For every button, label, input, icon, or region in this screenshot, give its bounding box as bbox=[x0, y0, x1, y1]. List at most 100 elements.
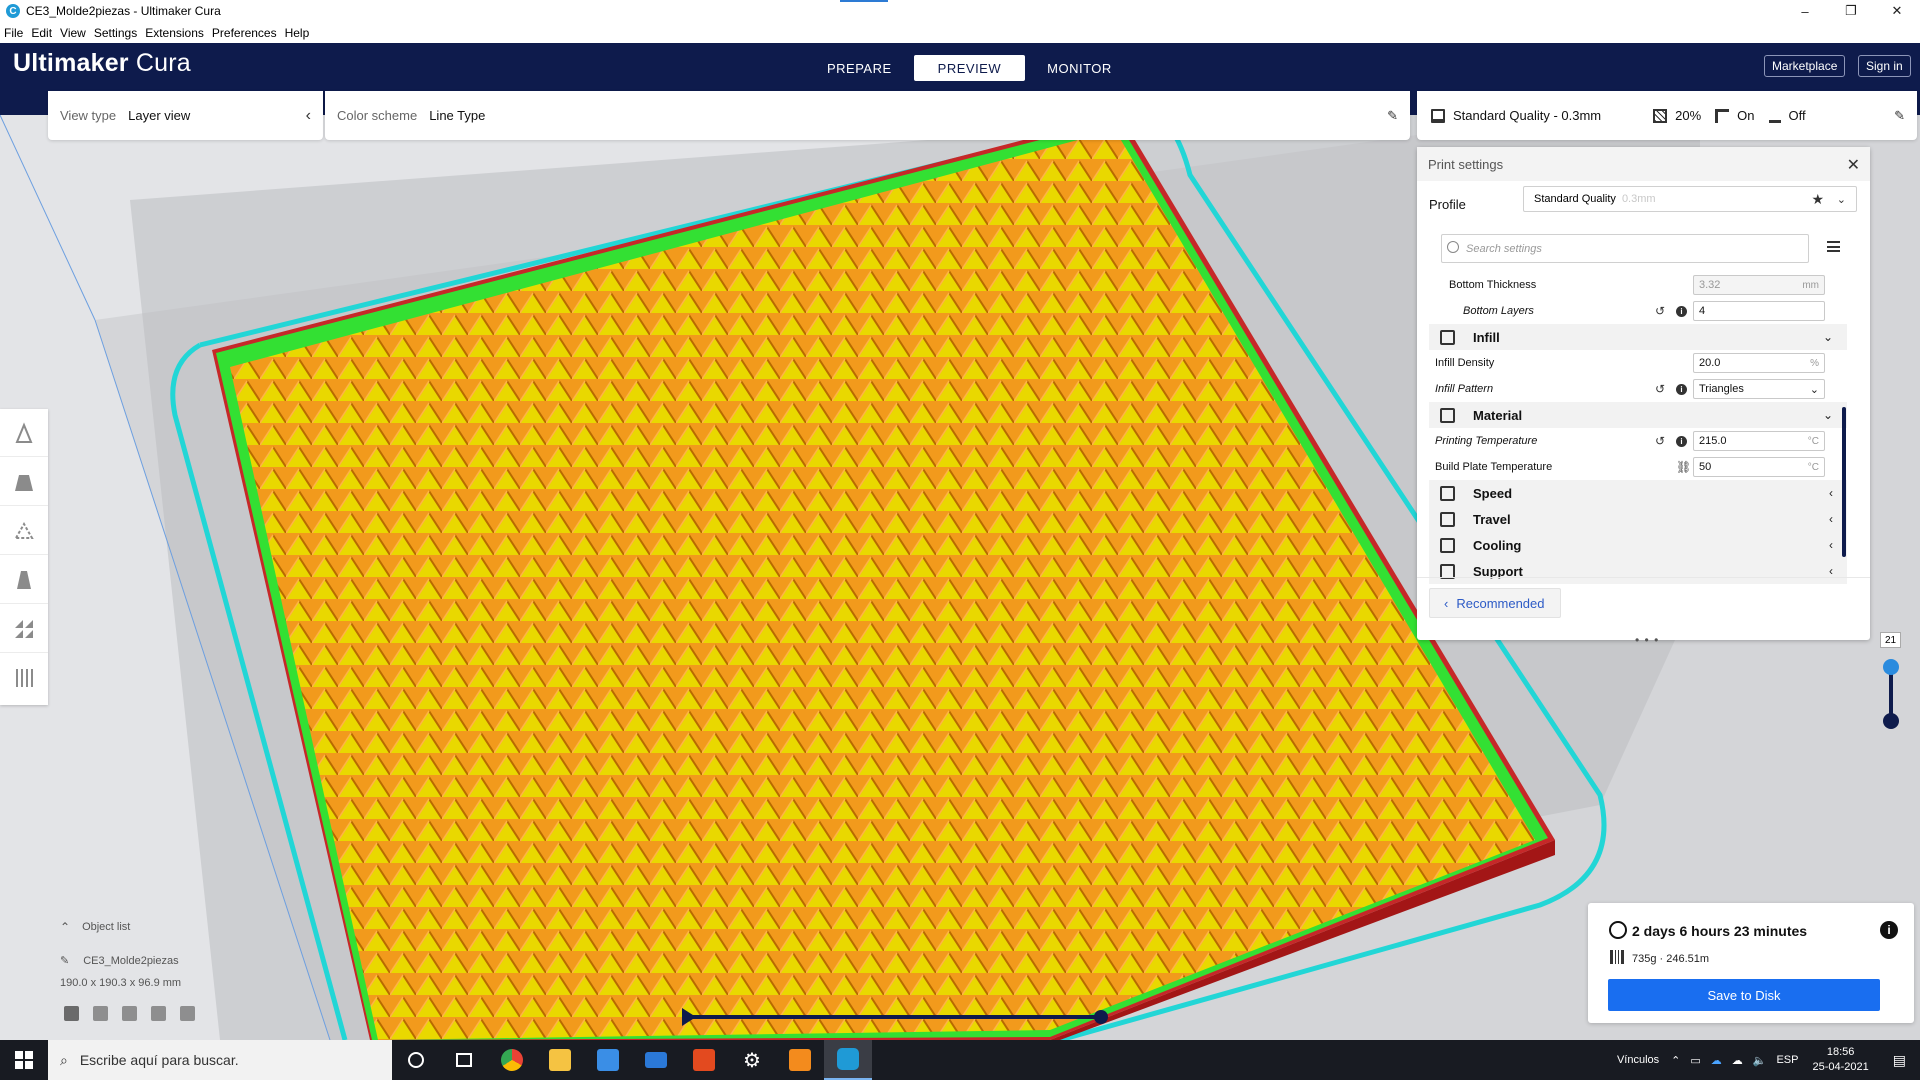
fusion-button[interactable] bbox=[776, 1040, 824, 1080]
front-view-icon[interactable] bbox=[93, 1006, 108, 1021]
inherit-icon[interactable]: i bbox=[1676, 305, 1687, 317]
support-item[interactable]: On bbox=[1715, 108, 1755, 123]
inherit-icon[interactable]: i bbox=[1676, 435, 1687, 447]
settings-category-cooling[interactable]: Cooling ‹ bbox=[1429, 532, 1847, 558]
inherit-icon[interactable]: i bbox=[1676, 383, 1687, 395]
maximize-button[interactable]: ❐ bbox=[1828, 0, 1874, 22]
menu-extensions[interactable]: Extensions bbox=[145, 26, 204, 40]
resize-handle[interactable]: • • • bbox=[1635, 633, 1659, 647]
setting-input[interactable]: 4 bbox=[1693, 301, 1825, 321]
explorer-button[interactable] bbox=[536, 1040, 584, 1080]
menu-edit[interactable]: Edit bbox=[31, 26, 52, 40]
task-view-button[interactable] bbox=[392, 1040, 440, 1080]
profile-dropdown[interactable]: Standard Quality 0.3mm ★ ⌄ bbox=[1523, 186, 1857, 212]
upper-layer-handle[interactable] bbox=[1883, 659, 1899, 675]
scale-tool-button[interactable] bbox=[0, 458, 48, 506]
menu-view[interactable]: View bbox=[60, 26, 86, 40]
mail-button[interactable] bbox=[632, 1040, 680, 1080]
chevron-down-icon: ⌄ bbox=[1809, 383, 1819, 396]
setting-dropdown[interactable]: Triangles ⌄ bbox=[1693, 379, 1825, 399]
right-view-icon[interactable] bbox=[180, 1006, 195, 1021]
menu-preferences[interactable]: Preferences bbox=[212, 26, 277, 40]
infill-item[interactable]: 20% bbox=[1653, 108, 1701, 123]
adhesion-item[interactable]: Off bbox=[1768, 108, 1806, 123]
links-toolbar[interactable]: Vínculos bbox=[1617, 1054, 1659, 1066]
menu-file[interactable]: File bbox=[4, 26, 23, 40]
lower-layer-handle[interactable] bbox=[1883, 713, 1899, 729]
setting-input[interactable]: 50 °C bbox=[1693, 457, 1825, 477]
volume-icon[interactable]: 🔈 bbox=[1753, 1054, 1767, 1067]
adhesion-value: Off bbox=[1788, 108, 1806, 123]
menu-settings[interactable]: Settings bbox=[94, 26, 137, 40]
start-button[interactable] bbox=[0, 1040, 48, 1080]
chevron-left-icon[interactable]: ‹ bbox=[306, 107, 311, 125]
settings-category-travel[interactable]: Travel ‹ bbox=[1429, 506, 1847, 532]
travel-icon bbox=[1440, 511, 1455, 527]
clock[interactable]: 18:56 25-04-2021 bbox=[1812, 1045, 1868, 1075]
move-tool-button[interactable] bbox=[0, 409, 48, 457]
path-handle[interactable] bbox=[1094, 1010, 1108, 1024]
object-name-row[interactable]: ✎ CE3_Molde2piezas bbox=[60, 954, 179, 968]
layer-slider[interactable]: 21 bbox=[1880, 631, 1920, 731]
view-type-panel[interactable]: View type Layer view ‹ bbox=[48, 91, 323, 140]
minimize-button[interactable]: – bbox=[1782, 0, 1828, 22]
settings-category-infill[interactable]: Infill ⌄ bbox=[1429, 324, 1847, 350]
mirror-tool-button[interactable] bbox=[0, 556, 48, 604]
recommended-button[interactable]: ‹ Recommended bbox=[1429, 588, 1561, 618]
object-dimensions: 190.0 x 190.3 x 96.9 mm bbox=[60, 977, 182, 989]
settings-category-speed[interactable]: Speed ‹ bbox=[1429, 480, 1847, 506]
print-setup-panel[interactable]: Standard Quality - 0.3mm 20% On Off ✎ bbox=[1417, 91, 1917, 140]
network-icon[interactable]: ▭ bbox=[1690, 1054, 1700, 1067]
onedrive-icon[interactable]: ☁ bbox=[1711, 1054, 1722, 1067]
print-settings-header: Print settings ✕ bbox=[1417, 147, 1870, 181]
marketplace-button[interactable]: Marketplace bbox=[1764, 55, 1846, 77]
edit-pencil-icon[interactable]: ✎ bbox=[1894, 108, 1905, 124]
office-button[interactable] bbox=[680, 1040, 728, 1080]
setting-unit: % bbox=[1810, 357, 1819, 369]
3d-view-icon[interactable] bbox=[64, 1006, 79, 1021]
settings-button[interactable]: ⚙ bbox=[728, 1040, 776, 1080]
support-blocker-button[interactable] bbox=[0, 654, 48, 702]
search-settings-input[interactable]: Search settings bbox=[1441, 234, 1809, 263]
setting-input[interactable]: 215.0 °C bbox=[1693, 431, 1825, 451]
path-play-button[interactable] bbox=[682, 1008, 696, 1026]
menu-help[interactable]: Help bbox=[285, 26, 310, 40]
rotate-icon bbox=[14, 521, 34, 539]
taskbar-search[interactable]: ⌕ Escribe aquí para buscar. bbox=[48, 1040, 392, 1080]
setting-input[interactable]: 3.32 mm bbox=[1693, 275, 1825, 295]
settings-scrollbar[interactable] bbox=[1842, 407, 1846, 557]
info-icon[interactable]: i bbox=[1880, 921, 1898, 939]
quality-item[interactable]: Standard Quality - 0.3mm bbox=[1431, 108, 1601, 123]
tab-preview[interactable]: PREVIEW bbox=[913, 55, 1026, 81]
rotate-tool-button[interactable] bbox=[0, 507, 48, 555]
notifications-icon[interactable]: ▤ bbox=[1893, 1052, 1906, 1069]
close-icon[interactable]: ✕ bbox=[1847, 155, 1860, 175]
settings-menu-icon[interactable] bbox=[1827, 241, 1840, 252]
weather-icon[interactable]: ☁ bbox=[1732, 1054, 1743, 1067]
color-scheme-panel[interactable]: Color scheme Line Type ✎ bbox=[325, 91, 1410, 140]
reset-icon[interactable]: ↺ bbox=[1655, 304, 1665, 318]
task-switch-button[interactable] bbox=[440, 1040, 488, 1080]
left-view-icon[interactable] bbox=[151, 1006, 166, 1021]
tab-monitor[interactable]: MONITOR bbox=[1025, 55, 1134, 81]
reset-icon[interactable]: ↺ bbox=[1655, 382, 1665, 396]
save-to-disk-button[interactable]: Save to Disk bbox=[1608, 979, 1880, 1011]
reset-icon[interactable]: ↺ bbox=[1655, 434, 1665, 448]
settings-category-material[interactable]: Material ⌄ bbox=[1429, 402, 1847, 428]
sign-in-button[interactable]: Sign in bbox=[1858, 55, 1911, 77]
top-view-icon[interactable] bbox=[122, 1006, 137, 1021]
layer-number[interactable]: 21 bbox=[1880, 632, 1901, 648]
cura-taskbar-button[interactable] bbox=[824, 1040, 872, 1080]
category-label: Travel bbox=[1473, 511, 1511, 527]
close-window-button[interactable]: ✕ bbox=[1874, 0, 1920, 22]
star-icon[interactable]: ★ bbox=[1811, 191, 1824, 208]
pencil-icon[interactable]: ✎ bbox=[1387, 108, 1398, 124]
setting-input[interactable]: 20.0% bbox=[1693, 353, 1825, 373]
chevron-up-icon[interactable]: ⌃ bbox=[1671, 1054, 1680, 1067]
per-model-settings-button[interactable] bbox=[0, 605, 48, 653]
tab-prepare[interactable]: PREPARE bbox=[805, 55, 914, 81]
store-button[interactable] bbox=[584, 1040, 632, 1080]
language-indicator[interactable]: ESP bbox=[1776, 1054, 1798, 1066]
object-list-toggle[interactable]: ⌃ Object list bbox=[60, 920, 130, 934]
chrome-button[interactable] bbox=[488, 1040, 536, 1080]
